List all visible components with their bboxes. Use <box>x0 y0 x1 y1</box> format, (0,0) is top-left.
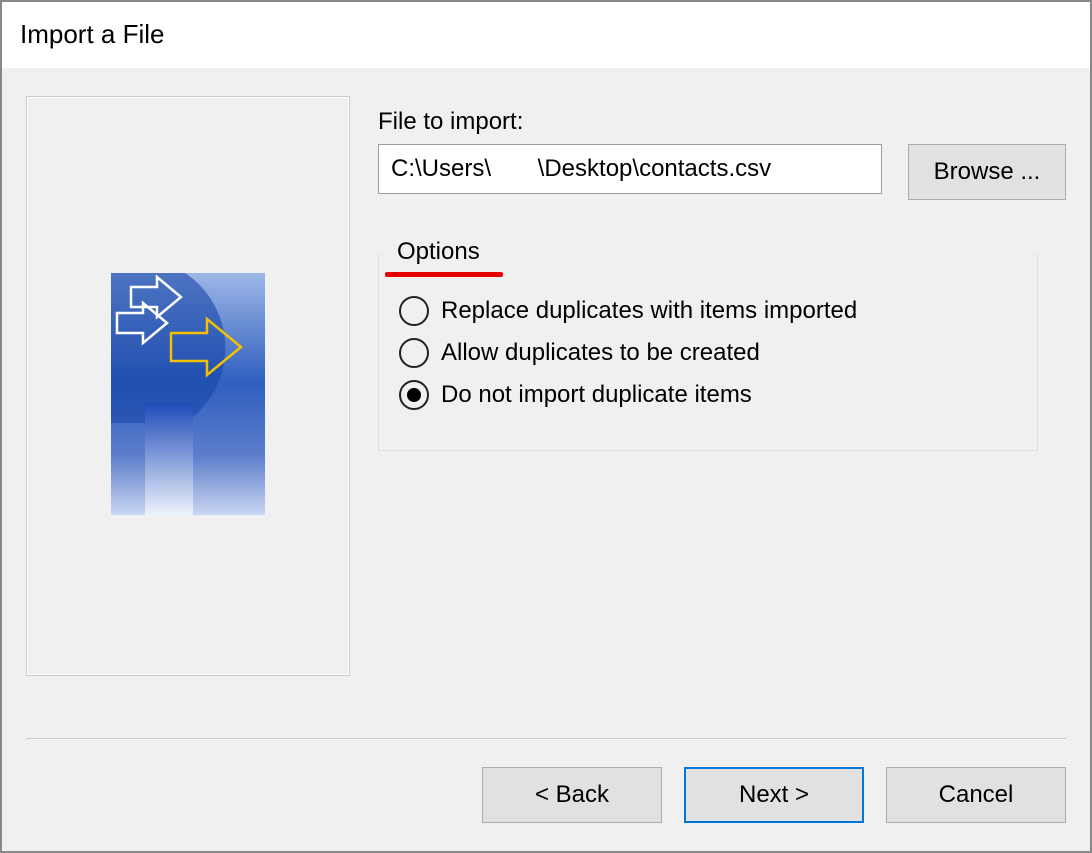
cancel-button[interactable]: Cancel <box>886 767 1066 823</box>
radio-icon <box>399 338 429 368</box>
wizard-image-panel <box>26 96 350 676</box>
file-row: Browse ... <box>378 144 1066 200</box>
radio-replace-duplicates[interactable]: Replace duplicates with items imported <box>399 296 1017 326</box>
annotation-underline-icon <box>385 272 503 277</box>
titlebar: Import a File <box>2 2 1090 67</box>
client-area: File to import: Browse ... Options Repla… <box>2 67 1090 851</box>
button-row: < Back Next > Cancel <box>2 739 1090 851</box>
back-button[interactable]: < Back <box>482 767 662 823</box>
file-path-input[interactable] <box>378 144 882 194</box>
radio-allow-duplicates[interactable]: Allow duplicates to be created <box>399 338 1017 368</box>
radio-label: Replace duplicates with items imported <box>441 297 857 325</box>
file-to-import-label: File to import: <box>378 108 1066 136</box>
form-panel: File to import: Browse ... Options Repla… <box>378 96 1066 738</box>
window-title: Import a File <box>20 19 165 50</box>
radio-label: Allow duplicates to be created <box>441 339 760 367</box>
import-file-wizard-window: Import a File <box>0 0 1092 853</box>
options-groupbox: Options Replace duplicates with items im… <box>378 254 1038 451</box>
content-area: File to import: Browse ... Options Repla… <box>2 68 1090 738</box>
radio-icon <box>399 296 429 326</box>
radio-label: Do not import duplicate items <box>441 381 752 409</box>
next-button[interactable]: Next > <box>684 767 864 823</box>
import-arrows-art-icon <box>111 273 265 515</box>
radio-no-import-duplicates[interactable]: Do not import duplicate items <box>399 380 1017 410</box>
options-legend: Options <box>391 238 486 266</box>
radio-icon <box>399 380 429 410</box>
browse-button[interactable]: Browse ... <box>908 144 1066 200</box>
